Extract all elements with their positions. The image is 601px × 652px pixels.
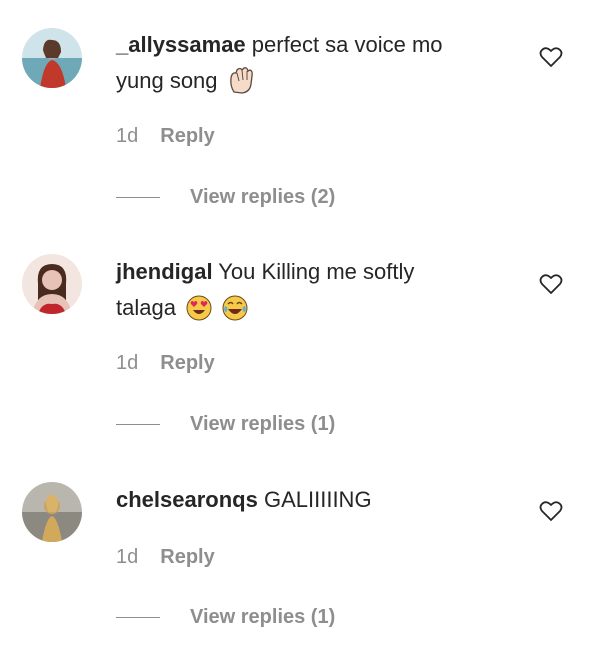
- view-replies-button[interactable]: View replies (2): [116, 186, 335, 209]
- view-replies-label: View replies (2): [190, 186, 336, 208]
- comment-meta: 1d Reply: [116, 546, 215, 569]
- divider-line: [116, 617, 160, 618]
- comment-line-1: perfect sa voice mo: [251, 32, 443, 57]
- avatar-photo: [22, 28, 82, 88]
- waving-hand-emoji: [228, 66, 254, 105]
- tears-of-joy-emoji: [222, 295, 248, 332]
- reply-button[interactable]: Reply: [160, 352, 214, 374]
- avatar-photo: [22, 254, 82, 314]
- comment-text: chelsearonqs GALIIIIING: [116, 482, 516, 518]
- comment-text: _allyssamae perfect sa voice mo yung son…: [116, 27, 516, 105]
- username-link[interactable]: _allyssamae: [116, 32, 246, 57]
- comment-line-1: GALIIIIING: [263, 487, 372, 512]
- comment-meta: 1d Reply: [116, 125, 215, 148]
- divider-line: [116, 197, 160, 198]
- view-replies-button[interactable]: View replies (1): [116, 606, 335, 629]
- comment-line-2: yung song: [116, 68, 218, 93]
- view-replies-label: View replies (1): [190, 606, 336, 628]
- username-link[interactable]: jhendigal: [116, 259, 213, 284]
- comment-line-1: You Killing me softly: [218, 259, 415, 284]
- reply-button[interactable]: Reply: [160, 125, 214, 147]
- like-heart-icon[interactable]: [539, 273, 563, 295]
- divider-line: [116, 424, 160, 425]
- avatar[interactable]: [22, 254, 82, 314]
- comment-text: jhendigal You Killing me softly talaga: [116, 254, 516, 332]
- reply-button[interactable]: Reply: [160, 546, 214, 568]
- avatar[interactable]: [22, 28, 82, 88]
- heart-eyes-emoji: [186, 295, 212, 332]
- like-heart-icon[interactable]: [539, 500, 563, 522]
- like-heart-icon[interactable]: [539, 46, 563, 68]
- avatar[interactable]: [22, 482, 82, 542]
- view-replies-label: View replies (1): [190, 413, 336, 435]
- view-replies-button[interactable]: View replies (1): [116, 413, 335, 436]
- comment-age: 1d: [116, 352, 139, 374]
- comment-age: 1d: [116, 125, 139, 147]
- username-link[interactable]: chelsearonqs: [116, 487, 258, 512]
- avatar-photo: [22, 482, 82, 542]
- comment-meta: 1d Reply: [116, 352, 215, 375]
- comment-line-2: talaga: [116, 295, 176, 320]
- comment-age: 1d: [116, 546, 139, 568]
